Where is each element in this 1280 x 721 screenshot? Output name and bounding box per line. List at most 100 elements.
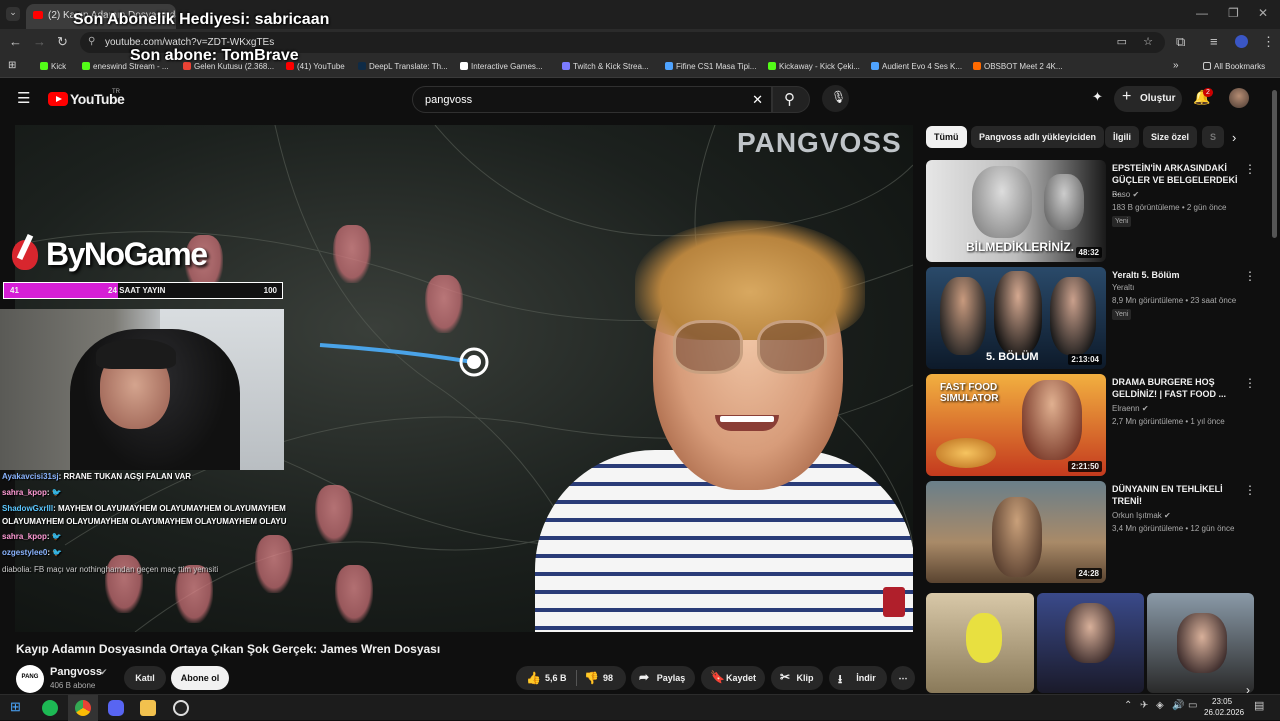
stream-goal-bar: 41 24 SAAT YAYIN 100	[3, 282, 283, 299]
share-button[interactable]: ➦ Paylaş	[631, 666, 695, 690]
windows-start-icon[interactable]: ⊞	[10, 699, 21, 715]
chrome-menu-icon[interactable]: ⋮	[1262, 34, 1275, 50]
chips-next-icon[interactable]: ›	[1232, 130, 1236, 145]
tray-app-icon[interactable]: ◈	[1156, 700, 1164, 711]
recommendation-title[interactable]: Yeraltı 5. Bölüm	[1112, 269, 1242, 281]
recommendation-title[interactable]: DÜNYANIN EN TEHLİKELİ TRENİ!	[1112, 483, 1242, 507]
reload-icon[interactable]: ↻	[57, 34, 68, 50]
premium-sparkle-icon[interactable]: ✦	[1092, 89, 1103, 105]
thumbnail-text: BİLMEDİKLERİNİZ.	[966, 240, 1074, 254]
channel-avatar[interactable]: PANG	[16, 665, 44, 693]
like-count[interactable]: 5,6 B	[545, 673, 567, 683]
bookmark-star-icon[interactable]: ☆	[1143, 35, 1153, 48]
chip-for-you[interactable]: Size özel	[1143, 126, 1198, 148]
file-explorer-icon[interactable]	[140, 700, 156, 716]
recommendation-title[interactable]: DRAMA BURGERE HOŞ GELDİNİZ! | FAST FOOD …	[1112, 376, 1242, 400]
recommendation-channel[interactable]: Orkun Işıtmak ✔	[1112, 511, 1171, 520]
tray-app-icon[interactable]: ✈	[1140, 700, 1148, 711]
clip-button[interactable]: ✂ Klip	[771, 666, 823, 690]
bookmark-item[interactable]: Interactive Games...	[460, 62, 543, 71]
bookmark-item[interactable]: DeepL Translate: Th...	[358, 62, 448, 71]
all-bookmarks[interactable]: All Bookmarks	[1203, 62, 1265, 71]
extensions-icon[interactable]: ⧉	[1176, 34, 1185, 50]
bookmark-item[interactable]: Audient Evo 4 Ses K...	[871, 62, 962, 71]
bookmark-item[interactable]: Kick	[40, 62, 66, 71]
shorts-thumbnail[interactable]	[926, 593, 1034, 693]
more-vertical-icon[interactable]: ⋮	[1244, 162, 1256, 176]
windows-taskbar: ⊞ ⌃ ✈ ◈ 🔊 ▭ 23:05 26.02.2026 ▤	[0, 694, 1280, 721]
back-icon[interactable]: ←	[9, 34, 22, 49]
search-value: pangvoss	[425, 94, 473, 106]
search-input[interactable]: pangvoss ✕	[412, 86, 772, 113]
recommendation-item[interactable]: 24:28 DÜNYANIN EN TEHLİKELİ TRENİ! Orkun…	[926, 481, 1266, 583]
youtube-logo-icon[interactable]	[48, 92, 68, 106]
chip-all[interactable]: Tümü	[926, 126, 967, 148]
more-vertical-icon[interactable]: ⋮	[1244, 269, 1256, 283]
shorts-thumbnail[interactable]	[1147, 593, 1254, 693]
recommendation-channel[interactable]: Elraenn ✔	[1112, 404, 1149, 413]
more-bookmarks-icon[interactable]: »	[1173, 60, 1179, 71]
cast-icon[interactable]: ▭	[1117, 35, 1127, 48]
recommendation-thumbnail[interactable]: 5. BÖLÜM 2:13:04	[926, 267, 1106, 369]
search-button[interactable]: ⚲	[772, 86, 810, 113]
obs-icon[interactable]	[173, 700, 189, 716]
last-sub-overlay: Son abone: TomBrave	[130, 47, 299, 64]
channel-subscriber-count: 406 B abone	[50, 681, 96, 690]
close-icon[interactable]: ✕	[1258, 6, 1268, 20]
recommendation-item[interactable]: BİLMEDİKLERİNİZ. 48:32 EPSTEİN'İN ARKASI…	[926, 160, 1266, 262]
bookmark-item[interactable]: Kickaway - Kick Çeki...	[768, 62, 860, 71]
reading-list-icon[interactable]: ≡	[1210, 34, 1218, 49]
voice-search-button[interactable]: 🎙	[822, 85, 849, 112]
network-icon[interactable]: ▭	[1188, 700, 1197, 711]
video-watermark: PANGVOSS	[737, 127, 902, 158]
chip-from-uploader[interactable]: Pangvoss adlı yükleyiciden	[971, 126, 1105, 148]
account-avatar[interactable]	[1229, 88, 1249, 108]
bookmark-item[interactable]: OBSBOT Meet 2 4K...	[973, 62, 1063, 71]
volume-icon[interactable]: 🔊	[1172, 700, 1184, 711]
dislike-count[interactable]: 98	[603, 673, 613, 683]
recommendation-channel[interactable]: Baso ✔	[1112, 190, 1139, 199]
clear-search-icon[interactable]: ✕	[752, 92, 763, 108]
hamburger-menu-icon[interactable]: ☰	[17, 89, 30, 107]
notification-center-icon[interactable]: ▤	[1254, 699, 1264, 712]
spotify-icon[interactable]	[42, 700, 58, 716]
apps-grid-icon[interactable]: ⊞	[8, 60, 16, 71]
recommendation-thumbnail[interactable]: BİLMEDİKLERİNİZ. 48:32	[926, 160, 1106, 262]
shorts-thumbnail[interactable]	[1037, 593, 1144, 693]
bookmark-item[interactable]: Twitch & Kick Strea...	[562, 62, 649, 71]
recommendation-channel[interactable]: Yeraltı	[1112, 283, 1134, 292]
tab-search-button[interactable]: ⌄	[6, 7, 20, 21]
chip-truncated[interactable]: S	[1202, 126, 1224, 148]
more-actions-button[interactable]: ⋯	[891, 666, 915, 690]
download-button[interactable]: ⭳ İndir	[829, 666, 887, 690]
like-icon[interactable]: 👍	[526, 671, 541, 685]
recommendation-thumbnail[interactable]: FAST FOOD SIMULATOR 2:21:50	[926, 374, 1106, 476]
discord-icon[interactable]	[108, 700, 124, 716]
save-button[interactable]: 🔖 Kaydet	[701, 666, 765, 690]
recommendation-thumbnail[interactable]: 24:28	[926, 481, 1106, 583]
bookmark-item[interactable]: Fifine CS1 Masa Tipi...	[665, 62, 756, 71]
webcam-feed	[0, 309, 284, 470]
more-vertical-icon[interactable]: ⋮	[1244, 376, 1256, 390]
profile-avatar[interactable]	[1235, 35, 1248, 48]
forward-icon[interactable]: →	[33, 34, 46, 49]
maximize-icon[interactable]: ❐	[1228, 6, 1239, 20]
more-vertical-icon[interactable]: ⋮	[1244, 483, 1256, 497]
site-info-icon[interactable]: ⚲	[88, 36, 95, 47]
chip-related[interactable]: İlgili	[1105, 126, 1139, 148]
recommendation-item[interactable]: 5. BÖLÜM 2:13:04 Yeraltı 5. Bölüm Yeralt…	[926, 267, 1266, 369]
dislike-icon[interactable]: 👎	[584, 671, 599, 685]
channel-name[interactable]: Pangvoss	[50, 666, 102, 678]
recommendation-item[interactable]: FAST FOOD SIMULATOR 2:21:50 DRAMA BURGER…	[926, 374, 1266, 476]
chrome-icon[interactable]	[75, 700, 91, 716]
taskbar-time[interactable]: 23:05	[1212, 697, 1232, 706]
subscribe-button[interactable]: Abone ol	[171, 666, 229, 690]
page-scrollbar[interactable]	[1272, 90, 1277, 238]
minimize-icon[interactable]: —	[1196, 6, 1208, 20]
create-button[interactable]: + Oluştur	[1114, 86, 1182, 112]
join-button[interactable]: Katıl	[124, 666, 166, 690]
tray-chevron-icon[interactable]: ⌃	[1124, 700, 1132, 711]
chat-message: ShadowGxrlll: MAYHEM OLAYUMAYHEM OLAYUMA…	[2, 504, 286, 513]
taskbar-date[interactable]: 26.02.2026	[1204, 708, 1244, 717]
verified-icon: ✔	[1141, 404, 1149, 413]
